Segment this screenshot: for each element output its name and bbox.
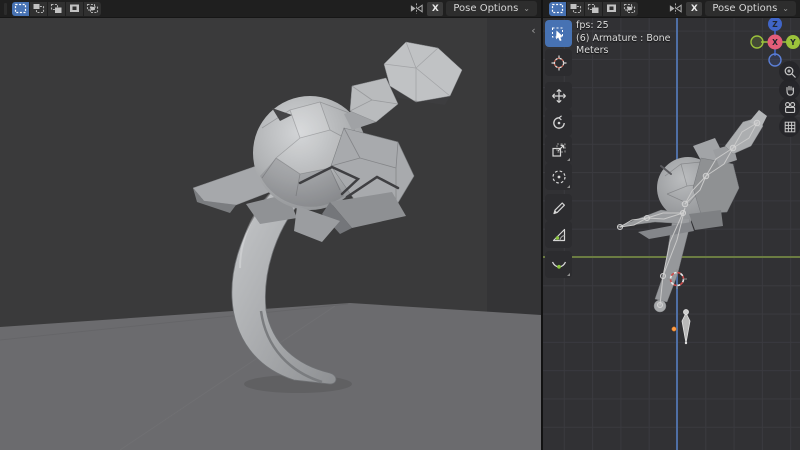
subtool-indicator xyxy=(567,185,570,188)
viewport-left-header: X Pose Options ⌄ xyxy=(0,0,541,18)
pose-options-label: Pose Options xyxy=(712,3,778,14)
3d-viewport-left-scene[interactable]: ‹ xyxy=(0,18,541,450)
select-invert-icon xyxy=(70,4,79,12)
tool-pose-breakdowner-button[interactable] xyxy=(545,251,572,278)
subtool-indicator xyxy=(567,273,570,276)
grid-ortho-icon xyxy=(784,121,795,132)
active-object-info: (6) Armature : Bone xyxy=(576,32,671,44)
chevron-down-icon: ⌄ xyxy=(523,4,530,13)
select-intersect-icon xyxy=(623,3,636,14)
3d-cursor-icon xyxy=(551,55,566,70)
select-invert-icon xyxy=(607,4,616,12)
gizmo-y-label: Y xyxy=(789,38,796,47)
measure-icon xyxy=(552,228,565,241)
gizmo-axis-neg-y[interactable] xyxy=(750,35,764,49)
select-extend-icon xyxy=(570,4,582,14)
scene-units-label: Meters xyxy=(576,45,609,56)
pose-mirror-icon[interactable] xyxy=(667,1,683,17)
select-mode-subtract-button[interactable] xyxy=(48,1,65,16)
select-subtract-icon xyxy=(587,3,599,13)
gizmo-x-label: X xyxy=(772,38,778,47)
select-mode-intersect-button[interactable] xyxy=(84,1,101,16)
fps-readout: fps: 25 xyxy=(576,20,609,31)
tool-move-button[interactable] xyxy=(545,82,572,109)
tool-rotate-button[interactable] xyxy=(545,109,572,136)
camera-icon xyxy=(784,101,795,113)
select-set-icon xyxy=(14,3,27,14)
mirror-x-toggle[interactable]: X xyxy=(686,1,703,16)
tool-select-box-button[interactable] xyxy=(545,20,572,47)
subtool-indicator xyxy=(567,158,570,161)
select-mode-set-button[interactable] xyxy=(549,1,566,16)
viewport-camera-button[interactable] xyxy=(779,97,800,118)
select-subtract-icon xyxy=(50,3,62,13)
editor-type-button-partial[interactable] xyxy=(4,2,7,15)
pose-breakdowner-icon xyxy=(551,261,566,269)
object-origin-dot xyxy=(671,326,677,332)
select-mode-subtract-button[interactable] xyxy=(585,1,602,16)
select-intersect-icon xyxy=(86,3,99,14)
viewport-right: X Pose Options ⌄ fps: 25 (6) Armature: … xyxy=(543,0,800,450)
tool-scale-button[interactable] xyxy=(545,136,572,163)
select-mode-set-button[interactable] xyxy=(12,1,29,16)
viewport-stats-overlay: fps: 25 (6) Armature : Bone Meters xyxy=(576,20,671,58)
pose-options-dropdown[interactable]: Pose Options ⌄ xyxy=(446,1,537,16)
rotate-icon xyxy=(552,114,565,129)
floating-bone[interactable] xyxy=(681,309,691,345)
select-mode-invert-button[interactable] xyxy=(66,1,83,16)
pose-options-dropdown[interactable]: Pose Options ⌄ xyxy=(705,1,796,16)
tool-measure-button[interactable] xyxy=(545,221,572,248)
mirror-x-toggle[interactable]: X xyxy=(427,1,444,16)
chevron-down-icon: ⌄ xyxy=(782,4,789,13)
viewport-orthographic-toggle-button[interactable] xyxy=(779,116,800,137)
select-extend-icon xyxy=(33,4,45,14)
scale-icon xyxy=(551,143,565,157)
select-box-icon xyxy=(551,27,563,41)
pose-options-label: Pose Options xyxy=(453,3,519,14)
tool-annotate-button[interactable] xyxy=(545,194,572,221)
3d-viewport-right-scene[interactable]: fps: 25 (6) Armature : Bone Meters Z Y X xyxy=(543,17,800,450)
gizmo-axis-neg-z[interactable] xyxy=(768,53,782,67)
viewport-right-header: X Pose Options ⌄ xyxy=(543,0,800,18)
tool-cursor-button[interactable] xyxy=(545,49,572,76)
tool-transform-button[interactable] xyxy=(545,163,572,190)
transform-icon xyxy=(551,169,566,184)
pan-hand-icon xyxy=(785,85,794,96)
select-mode-extend-button[interactable] xyxy=(30,1,47,16)
pose-mirror-icon[interactable] xyxy=(408,1,424,17)
gizmo-z-label: Z xyxy=(772,20,778,29)
select-set-icon xyxy=(551,3,564,14)
viewport-left: X Pose Options ⌄ ‹ xyxy=(0,0,541,450)
annotate-pencil-icon xyxy=(552,201,565,214)
move-icon xyxy=(551,88,566,103)
select-mode-intersect-button[interactable] xyxy=(621,1,638,16)
select-mode-extend-button[interactable] xyxy=(567,1,584,16)
blender-window: X Pose Options ⌄ ‹ X Pose Options ⌄ fps:… xyxy=(0,0,800,450)
sidebar-toggle[interactable]: ‹ xyxy=(528,24,539,37)
select-mode-group xyxy=(549,1,638,16)
select-mode-invert-button[interactable] xyxy=(603,1,620,16)
select-mode-group xyxy=(12,1,101,16)
zoom-magnifier-icon xyxy=(784,66,796,78)
